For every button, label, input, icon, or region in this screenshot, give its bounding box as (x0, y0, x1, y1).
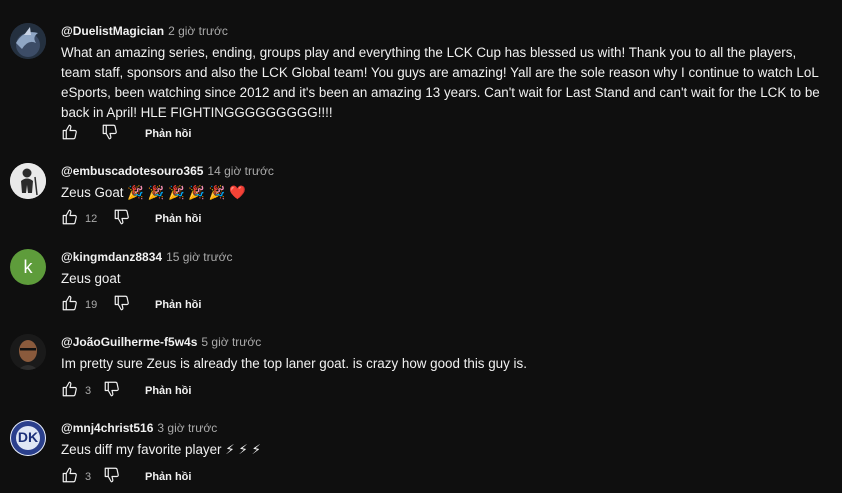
avatar[interactable] (10, 334, 46, 370)
like-button[interactable] (61, 208, 79, 231)
like-button[interactable] (61, 380, 79, 403)
thumbs-up-icon (62, 295, 77, 310)
avatar[interactable]: k (10, 249, 46, 285)
reply-button[interactable]: Phản hồi (155, 299, 201, 311)
like-count: 12 (85, 213, 98, 225)
thumbs-up-icon (62, 124, 77, 139)
comment-item: @JoãoGuilherme-f5w4s 5 giờ trước Im prett… (0, 334, 842, 414)
comment-text: Im pretty sure Zeus is already the top l… (61, 356, 527, 371)
thumbs-down-icon (114, 209, 129, 224)
like-count: 3 (85, 471, 92, 483)
avatar-letter: k (23, 256, 33, 277)
thumbs-down-icon (104, 467, 119, 482)
comment-text: What an amazing series, ending, groups p… (61, 45, 820, 120)
comment-author[interactable]: @kingmdanz8834 (61, 250, 162, 264)
reply-button[interactable]: Phản hồi (145, 128, 191, 140)
comment-author[interactable]: @embuscadotesouro365 (61, 164, 203, 178)
reply-button[interactable]: Phản hồi (155, 213, 201, 225)
comment-item: k @kingmdanz8834 15 giờ trước Zeus goat 1… (0, 249, 842, 329)
dislike-button[interactable] (113, 208, 131, 231)
thumbs-down-icon (114, 295, 129, 310)
reply-button[interactable]: Phản hồi (145, 385, 191, 397)
comment-timestamp[interactable]: 15 giờ trước (166, 250, 232, 264)
avatar[interactable]: DK (10, 420, 46, 456)
avatar[interactable] (10, 163, 46, 199)
comment-text: Zeus goat (61, 271, 121, 286)
comment-timestamp[interactable]: 5 giờ trước (201, 335, 261, 349)
avatar[interactable] (10, 23, 46, 59)
dislike-button[interactable] (101, 123, 119, 146)
like-button[interactable] (61, 123, 79, 146)
thumbs-down-icon (102, 124, 117, 139)
comment-timestamp[interactable]: 3 giờ trước (157, 421, 217, 435)
comment-timestamp[interactable]: 2 giờ trước (168, 24, 228, 38)
reply-button[interactable]: Phản hồi (145, 471, 191, 483)
dragon-avatar-icon (10, 23, 46, 59)
comment-text: Zeus Goat 🎉 🎉 🎉 🎉 🎉 ❤️ (61, 185, 246, 200)
comment-author[interactable]: @DuelistMagician (61, 24, 164, 38)
person-avatar-icon (10, 163, 46, 199)
comment-item: DK @mnj4christ516 3 giờ trước Zeus diff m… (0, 420, 842, 493)
comment-author[interactable]: @mnj4christ516 (61, 421, 153, 435)
like-button[interactable] (61, 466, 79, 489)
thumbs-down-icon (104, 381, 119, 396)
like-count: 3 (85, 385, 92, 397)
dislike-button[interactable] (103, 466, 121, 489)
comment-author[interactable]: @JoãoGuilherme-f5w4s (61, 335, 197, 349)
dislike-button[interactable] (113, 294, 131, 317)
comment-item: @embuscadotesouro365 14 giờ trước Zeus Go… (0, 163, 842, 243)
like-button[interactable] (61, 294, 79, 317)
avatar-letter: DK (17, 429, 39, 445)
comment-text: Zeus diff my favorite player ⚡ ⚡ ⚡ (61, 442, 261, 457)
like-count: 19 (85, 299, 98, 311)
dislike-button[interactable] (103, 380, 121, 403)
thumbs-up-icon (62, 209, 77, 224)
comment-timestamp[interactable]: 14 giờ trước (207, 164, 273, 178)
comment-item: @DuelistMagician 2 giờ trước What an amaz… (0, 23, 842, 148)
thumbs-up-icon (62, 381, 77, 396)
thumbs-up-icon (62, 467, 77, 482)
face-avatar-icon (10, 334, 46, 370)
